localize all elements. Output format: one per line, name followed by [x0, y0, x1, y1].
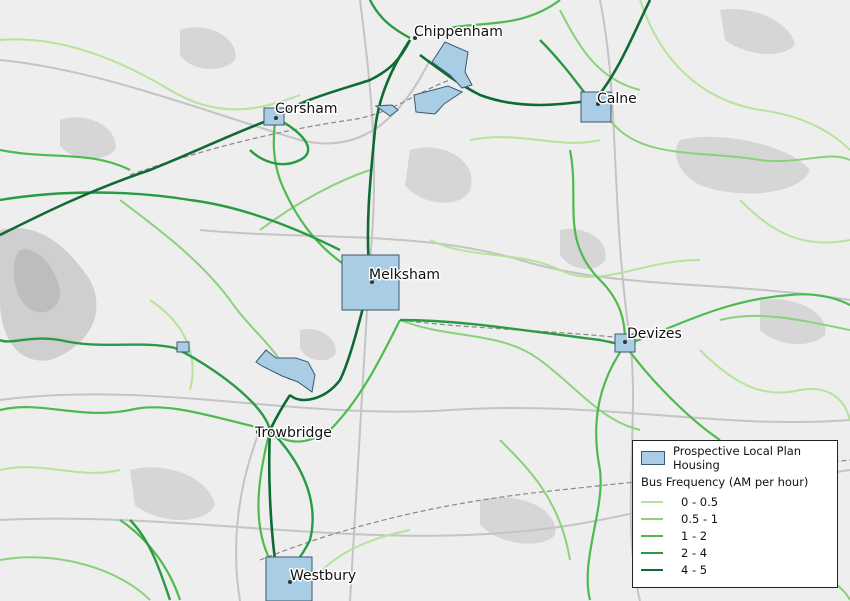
legend-housing-label: Prospective Local Plan Housing [673, 444, 802, 472]
town-label-westbury: Westbury [290, 568, 356, 584]
town-label-chippenham: Chippenham [414, 24, 503, 40]
legend-class-label: 0 - 0.5 [681, 494, 719, 509]
legend-class-row: 0.5 - 1 [641, 510, 829, 527]
map-legend: Prospective Local Plan Housing Bus Frequ… [632, 440, 838, 588]
town-label-melksham: Melksham [369, 267, 440, 283]
legend-class-row: 0 - 0.5 [641, 493, 829, 510]
legend-class-label: 0.5 - 1 [681, 511, 719, 526]
legend-class-label: 4 - 5 [681, 562, 708, 577]
town-label-trowbridge: Trowbridge [254, 425, 332, 441]
legend-line-swatch [641, 500, 663, 503]
legend-class-row: 1 - 2 [641, 527, 829, 544]
legend-housing-row: Prospective Local Plan Housing [641, 444, 829, 472]
legend-line-swatch [641, 568, 663, 571]
legend-bus-title: Bus Frequency (AM per hour) [641, 475, 809, 489]
legend-line-swatch [641, 517, 663, 520]
legend-class-row: 4 - 5 [641, 561, 829, 578]
legend-class-label: 1 - 2 [681, 528, 708, 543]
town-label-calne: Calne [597, 91, 637, 107]
town-label-corsham: Corsham [275, 101, 337, 117]
legend-line-swatch [641, 534, 663, 537]
housing-swatch [641, 451, 665, 465]
legend-class-label: 2 - 4 [681, 545, 708, 560]
legend-class-row: 2 - 4 [641, 544, 829, 561]
legend-line-swatch [641, 551, 663, 554]
housing-small-west [176, 341, 190, 353]
town-label-devizes: Devizes [627, 326, 682, 342]
